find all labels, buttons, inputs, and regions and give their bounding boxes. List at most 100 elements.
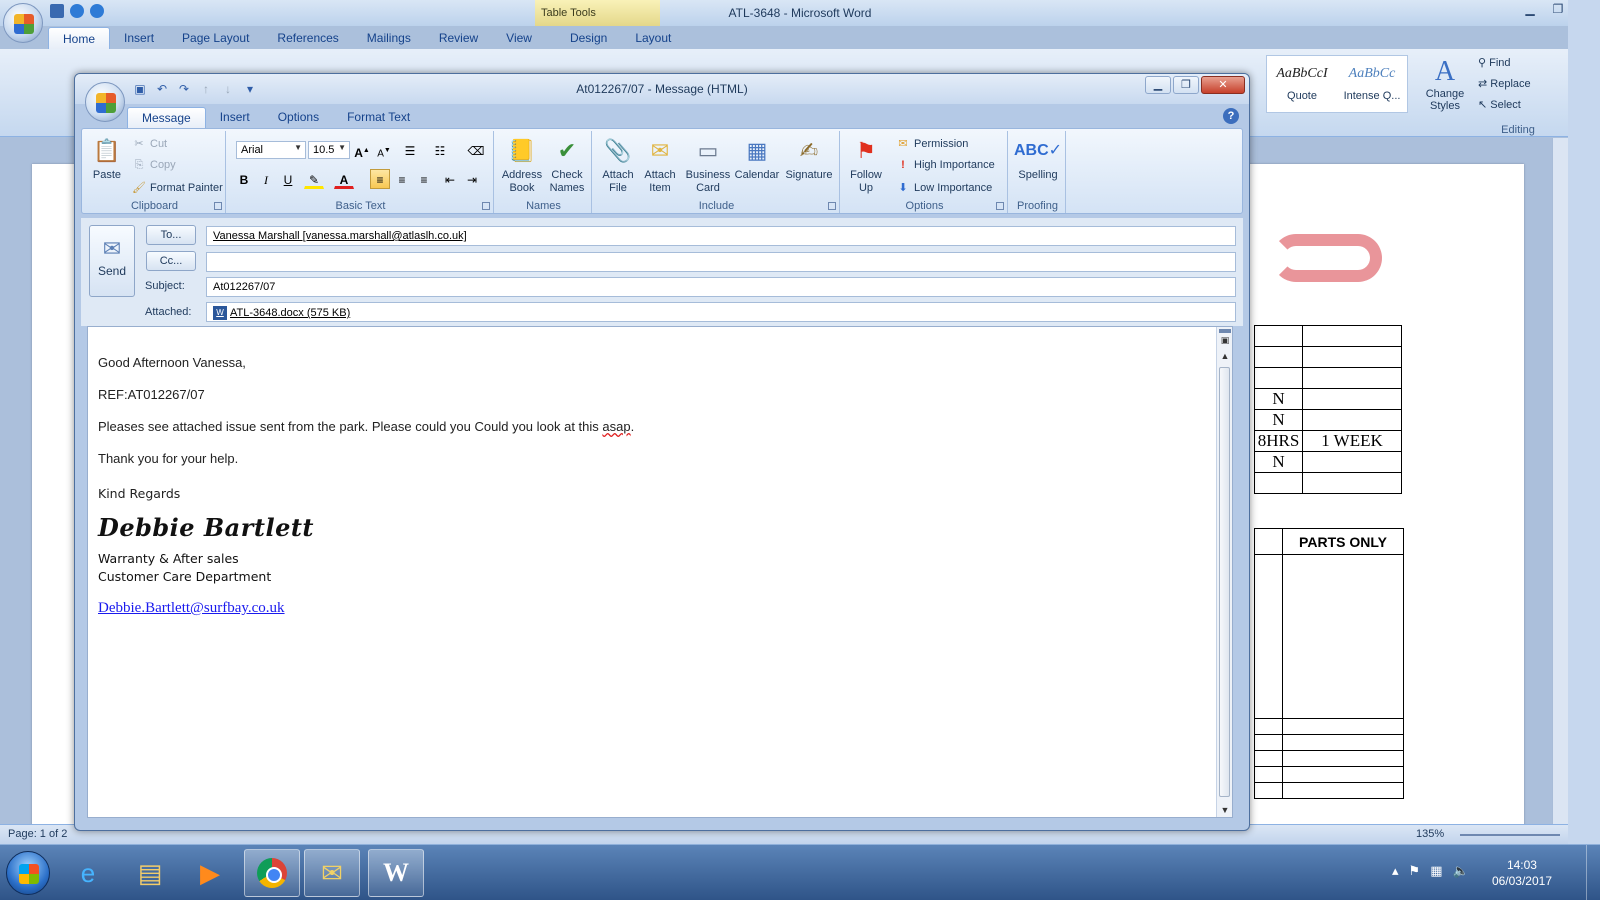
chevron-up-icon[interactable]: ▴ [1392, 863, 1409, 878]
word-vertical-scrollbar[interactable] [1552, 138, 1568, 824]
send-button[interactable]: ✉ Send [89, 225, 135, 297]
increase-indent-icon[interactable]: ⇥ [462, 169, 482, 189]
tab-options[interactable]: Options [264, 107, 333, 128]
find-button[interactable]: ⚲ Find [1478, 54, 1558, 75]
shrink-font-icon[interactable]: A▼ [374, 140, 394, 160]
attach-item-button[interactable]: ✉ Attach Item [640, 135, 680, 195]
message-body-content[interactable]: Good Afternoon Vanessa, REF:AT012267/07 … [98, 355, 1198, 617]
office-button[interactable] [85, 82, 125, 122]
tab-insert[interactable]: Insert [206, 107, 264, 128]
word-tab-view[interactable]: View [492, 27, 546, 49]
scroll-up-icon[interactable]: ▲ [1217, 351, 1233, 361]
up-arrow-icon[interactable]: ↑ [199, 82, 213, 96]
attachment-item[interactable]: ATL-3648.docx (575 KB) [230, 307, 350, 319]
cut-button[interactable]: ✂ Cut [132, 137, 167, 150]
body-vertical-scrollbar[interactable]: ▣ ▲ ▼ [1216, 327, 1232, 817]
redo-icon[interactable]: ↷ [177, 82, 191, 96]
dialog-launcher-icon[interactable] [828, 202, 836, 210]
zoom-level[interactable]: 135% [1416, 828, 1444, 840]
word-tab-home[interactable]: Home [48, 27, 111, 49]
word-icon[interactable]: W [368, 849, 424, 897]
ruler-icon[interactable]: ▣ [1217, 335, 1233, 346]
font-name-box[interactable]: Arial ▼ [236, 141, 306, 159]
message-body[interactable]: Good Afternoon Vanessa, REF:AT012267/07 … [87, 326, 1233, 818]
clear-formatting-icon[interactable]: ⌫ [466, 140, 486, 160]
scroll-down-icon[interactable]: ▼ [1217, 805, 1233, 815]
cc-button[interactable]: Cc... [146, 251, 196, 271]
word-tab-page-layout[interactable]: Page Layout [168, 27, 263, 49]
decrease-indent-icon[interactable]: ⇤ [440, 169, 460, 189]
file-explorer-icon[interactable]: ▤ [122, 849, 178, 897]
minimize-icon[interactable]: ▁ [1145, 76, 1171, 94]
word-tab-design[interactable]: Design [556, 27, 621, 49]
copy-button[interactable]: ⎘ Copy [132, 159, 176, 172]
grow-font-icon[interactable]: A▲ [352, 140, 372, 160]
align-left-icon[interactable]: ≡ [370, 169, 390, 189]
undo-icon[interactable]: ↶ [155, 82, 169, 96]
subject-field[interactable]: At012267/07 [206, 277, 1236, 297]
tab-format-text[interactable]: Format Text [333, 107, 424, 128]
business-card-button[interactable]: ▭ Business Card [684, 135, 732, 195]
highlight-icon[interactable]: ✎ [304, 169, 324, 189]
numbering-icon[interactable]: ☷ [430, 140, 450, 160]
network-icon[interactable]: ▦ [1430, 863, 1452, 878]
paste-button[interactable]: 📋 Paste [88, 135, 126, 182]
underline-icon[interactable]: U [278, 169, 298, 189]
start-button[interactable] [6, 851, 50, 895]
replace-button[interactable]: ⇄ Replace [1478, 75, 1558, 96]
flag-icon[interactable]: ⚑ [1409, 863, 1431, 878]
word-tab-mailings[interactable]: Mailings [353, 27, 425, 49]
zoom-slider[interactable] [1460, 834, 1560, 836]
save-icon[interactable] [50, 4, 64, 18]
align-center-icon[interactable]: ≡ [392, 169, 412, 189]
redo-icon[interactable] [90, 4, 104, 18]
customize-qat-icon[interactable]: ▾ [243, 82, 257, 96]
signature-button[interactable]: ✍ Signature [782, 135, 836, 182]
clock[interactable]: 14:03 06/03/2017 [1492, 857, 1552, 889]
format-painter-button[interactable]: 🖌 Format Painter [132, 181, 223, 194]
office-button[interactable] [3, 3, 43, 43]
check-names-button[interactable]: ✔ Check Names [546, 135, 588, 195]
word-tab-insert[interactable]: Insert [110, 27, 168, 49]
font-size-box[interactable]: 10.5 ▼ [308, 141, 350, 159]
style-quote[interactable]: AaBbCcI Quote [1267, 56, 1337, 112]
chrome-icon[interactable] [244, 849, 300, 897]
italic-icon[interactable]: I [256, 169, 276, 189]
show-desktop-button[interactable] [1586, 845, 1600, 900]
spelling-button[interactable]: ABC✓ Spelling [1014, 135, 1062, 182]
bold-icon[interactable]: B [234, 169, 254, 189]
dialog-launcher-icon[interactable] [482, 202, 490, 210]
to-button[interactable]: To... [146, 225, 196, 245]
down-arrow-icon[interactable]: ↓ [221, 82, 235, 96]
speaker-icon[interactable]: 🔈 [1452, 863, 1478, 878]
word-tab-layout[interactable]: Layout [621, 27, 685, 49]
change-styles-button[interactable]: A Change Styles [1420, 56, 1470, 112]
select-button[interactable]: ↖ Select [1478, 96, 1558, 117]
internet-explorer-icon[interactable]: e [60, 849, 116, 897]
calendar-button[interactable]: ▦ Calendar [734, 135, 780, 182]
page-count[interactable]: Page: 1 of 2 [8, 828, 67, 840]
to-recipient[interactable]: Vanessa Marshall [vanessa.marshall@atlas… [213, 230, 467, 242]
style-intense-quote[interactable]: AaBbCc Intense Q... [1337, 56, 1407, 112]
save-icon[interactable]: ▣ [133, 82, 147, 96]
font-color-icon[interactable]: A [334, 169, 354, 189]
word-tab-references[interactable]: References [263, 27, 352, 49]
split-handle[interactable] [1219, 329, 1231, 333]
dialog-launcher-icon[interactable] [214, 202, 222, 210]
signature-email-link[interactable]: Debbie.Bartlett@surfbay.co.uk [98, 600, 1198, 617]
outlook-icon[interactable]: ✉ [304, 849, 360, 897]
undo-icon[interactable] [70, 4, 84, 18]
scroll-thumb[interactable] [1219, 367, 1230, 797]
follow-up-button[interactable]: ⚑ Follow Up [846, 135, 886, 195]
align-right-icon[interactable]: ≡ [414, 169, 434, 189]
help-icon[interactable]: ? [1223, 108, 1239, 124]
tab-message[interactable]: Message [127, 107, 206, 128]
attach-file-button[interactable]: 📎 Attach File [598, 135, 638, 195]
cc-field[interactable] [206, 252, 1236, 272]
high-importance-button[interactable]: ! High Importance [896, 159, 995, 171]
to-field[interactable]: Vanessa Marshall [vanessa.marshall@atlas… [206, 226, 1236, 246]
permission-button[interactable]: ✉ Permission [896, 137, 968, 150]
close-icon[interactable]: ✕ [1201, 76, 1245, 94]
dialog-launcher-icon[interactable] [996, 202, 1004, 210]
word-tab-review[interactable]: Review [425, 27, 492, 49]
